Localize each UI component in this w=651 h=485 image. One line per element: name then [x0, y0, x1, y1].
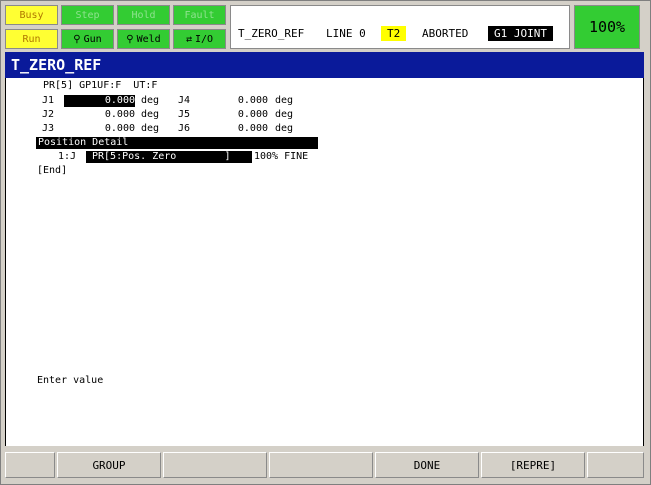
joint-label-j4: J4 — [178, 95, 191, 106]
teach-pendant-window: Busy Step Hold Fault Run ⚲ Gun ⚲ Weld ⇄ … — [0, 0, 651, 485]
gun-label: Gun — [83, 33, 102, 45]
run-lamp: Run — [5, 29, 58, 49]
joint-label-j5: J5 — [178, 109, 191, 120]
speed-override: 100% — [574, 5, 640, 49]
prompt-line: Enter value — [37, 375, 104, 386]
coord-system-badge: G1 JOINT — [488, 26, 553, 41]
hold-label: Hold — [131, 9, 156, 21]
busy-label: Busy — [19, 9, 44, 21]
weld-lamp: ⚲ Weld — [117, 29, 170, 49]
joint-unit-j3: deg — [141, 123, 160, 134]
io-label: I/O — [194, 33, 214, 45]
busy-lamp: Busy — [5, 5, 58, 25]
joint-value-j4[interactable]: 0.000 — [220, 95, 268, 107]
fkey-blank-6[interactable] — [587, 452, 644, 478]
fault-label: Fault — [184, 9, 215, 21]
position-detail-header: Position Detail — [36, 137, 318, 149]
page-title: T_ZERO_REF — [5, 52, 644, 78]
joint-value-j2[interactable]: 0.000 — [64, 109, 135, 121]
program-line-suffix: 100% FINE — [254, 151, 309, 162]
fkey-blank-2[interactable] — [163, 452, 267, 478]
hold-lamp: Hold — [117, 5, 170, 25]
program-line-number: 1:J — [58, 151, 77, 162]
joint-label-j2: J2 — [42, 109, 55, 120]
done-button[interactable]: DONE — [375, 452, 479, 478]
function-key-bar: GROUP DONE [REPRE] — [5, 448, 644, 482]
mode-badge: T2 — [381, 26, 407, 41]
joint-value-j1[interactable]: 0.000 — [64, 95, 135, 107]
line-indicator: LINE 0 — [326, 27, 366, 40]
fault-lamp: Fault — [173, 5, 226, 25]
joint-value-j5[interactable]: 0.000 — [220, 109, 268, 121]
io-icon: ⇄ — [185, 33, 192, 45]
program-name: T_ZERO_REF — [238, 27, 305, 40]
group-button[interactable]: GROUP — [57, 452, 161, 478]
position-detail-panel: PR[5] GP1UF:F UT:F J1 0.000 deg J4 0.000… — [5, 78, 644, 446]
repre-button[interactable]: [REPRE] — [481, 452, 585, 478]
io-lamp: ⇄ I/O — [173, 29, 226, 49]
joint-label-j6: J6 — [178, 123, 191, 134]
weld-icon: ⚲ — [126, 33, 134, 45]
fkey-blank-0[interactable] — [5, 452, 55, 478]
joint-unit-j6: deg — [275, 123, 294, 134]
gun-lamp: ⚲ Gun — [61, 29, 114, 49]
step-lamp: Step — [61, 5, 114, 25]
joint-label-j3: J3 — [42, 123, 55, 134]
program-line-target[interactable]: PR[5:Pos. Zero ] — [86, 151, 252, 163]
status-lamps: Busy Step Hold Fault Run ⚲ Gun ⚲ Weld ⇄ … — [5, 5, 227, 49]
program-state: ABORTED — [422, 27, 469, 40]
joint-unit-j5: deg — [275, 109, 294, 120]
fkey-blank-3[interactable] — [269, 452, 373, 478]
status-bar: T_ZERO_REF LINE 0 T2 ABORTED G1 JOINT — [230, 5, 570, 49]
joint-label-j1: J1 — [42, 95, 55, 106]
step-label: Step — [75, 9, 100, 21]
weld-label: Weld — [136, 33, 161, 45]
joint-unit-j4: deg — [275, 95, 294, 106]
gun-icon: ⚲ — [73, 33, 81, 45]
joint-value-j3[interactable]: 0.000 — [64, 123, 135, 135]
joint-value-j6[interactable]: 0.000 — [220, 123, 268, 135]
joint-unit-j1: deg — [141, 95, 160, 106]
run-label: Run — [22, 33, 41, 45]
joint-unit-j2: deg — [141, 109, 160, 120]
end-marker: [End] — [37, 165, 68, 176]
position-header: PR[5] GP1UF:F UT:F — [43, 80, 158, 91]
